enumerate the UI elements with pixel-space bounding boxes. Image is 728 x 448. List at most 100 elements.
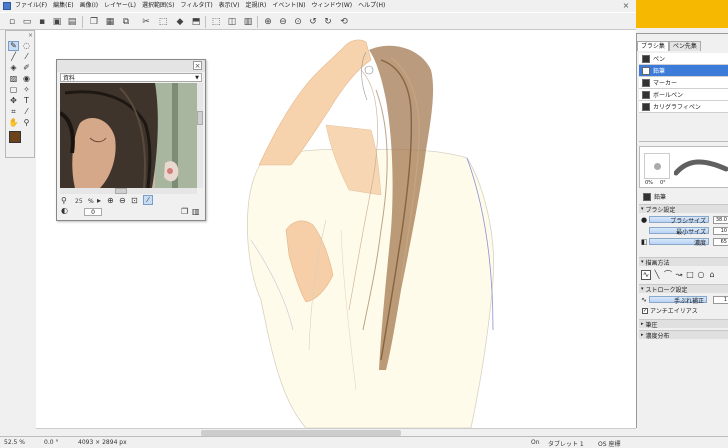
spin-icon[interactable]: ▸ [97,196,101,205]
line-icon[interactable]: ╲ [652,270,662,280]
brush-size-slider[interactable]: ブラシサイズ [649,216,709,225]
circle-icon[interactable]: ○ [696,270,706,280]
close-icon[interactable]: × [193,61,202,70]
reset-rotation-icon[interactable]: ⟲ [338,16,350,28]
main-color-swatch[interactable] [9,131,21,143]
crop-tool-icon[interactable]: ⌗ [8,107,19,117]
copy-icon[interactable]: ❐ [88,16,100,28]
freehand-icon[interactable]: ∿ [641,270,651,280]
zoom-value[interactable]: 25 [75,198,83,205]
move-tool-icon[interactable]: ✥ [8,96,19,106]
zoom-out-icon[interactable]: ⊖ [119,196,126,205]
hand-correction-slider[interactable]: 手ぶれ補正 [649,296,707,305]
close-icon[interactable]: × [28,32,33,39]
menu-event[interactable]: イベント(N) [270,0,309,12]
horizontal-scrollbar[interactable] [60,188,197,194]
eyedropper-icon[interactable]: ⁄ [143,195,153,205]
tab-brush-collection[interactable]: ブラシ集 [637,41,669,51]
paste-icon[interactable]: ▦ [104,16,116,28]
reference-tab[interactable]: 資料 ▼ [60,73,202,82]
rotate-right-icon[interactable]: ↻ [322,16,334,28]
brush-item-marker[interactable]: マーカー [639,77,728,89]
print-icon[interactable]: ▤ [66,16,78,28]
brush-item-pencil[interactable]: 鉛筆 [639,65,728,77]
menu-ruler[interactable]: 定規(R) [243,0,270,12]
zoom-in-icon[interactable]: ⊕ [107,196,114,205]
density-slider[interactable]: 濃度 [649,238,709,247]
gradient-tool-icon[interactable]: ▨ [8,74,19,84]
pen-tool-icon[interactable]: ✎ [8,41,19,51]
fill-icon[interactable]: ◆ [174,16,186,28]
deselect-icon[interactable]: ◫ [226,16,238,28]
menu-selection[interactable]: 選択範囲(S) [140,0,179,12]
section-brush-settings[interactable]: ▾ ブラシ設定 [639,204,728,214]
zoom-out-icon[interactable]: ⊖ [277,16,289,28]
polyline-icon[interactable]: ⌒ [663,270,673,280]
scrollbar-thumb[interactable] [197,111,203,125]
duplicate-icon[interactable]: ⧉ [120,16,132,28]
lasso-tool-icon[interactable]: ◌ [21,41,32,51]
section-pressure[interactable]: ▸ 筆圧 [639,319,728,329]
menu-image[interactable]: 画像(I) [78,0,102,12]
section-density-distribution[interactable]: ▸ 濃度分布 [639,330,728,340]
brush-tool-icon[interactable]: ✐ [21,63,32,73]
brush-item-pen[interactable]: ペン [639,53,728,65]
clear-icon[interactable]: ⬚ [157,16,169,28]
trash-icon[interactable]: ▥ [192,207,200,216]
magic-wand-icon[interactable]: ✧ [21,85,32,95]
fit-view-icon[interactable]: ⊙ [292,16,304,28]
menu-help[interactable]: ヘルプ(H) [356,0,389,12]
dropper-tool-icon[interactable]: ⁄ [21,107,32,117]
select-icon[interactable]: ⬚ [210,16,222,28]
curve-icon[interactable]: ↝ [674,270,684,280]
zoom-icon[interactable]: ⚲ [61,196,67,205]
text-tool-icon[interactable]: T [21,96,32,106]
rectangle-select-icon[interactable]: ▢ [8,85,19,95]
copy-icon[interactable]: ❐ [181,207,188,216]
fill-bucket-icon[interactable]: ◈ [8,63,19,73]
invert-selection-icon[interactable]: ▥ [242,16,254,28]
section-stroke-settings[interactable]: ▾ ストローク設定 [639,284,728,294]
rotate-icon[interactable]: ◐ [61,206,68,215]
menu-edit[interactable]: 編集(E) [51,0,77,12]
zoom-tool-icon[interactable]: ⚲ [21,118,32,128]
brush-size-input[interactable]: 38.0 [713,215,728,224]
fit-icon[interactable]: ⊡ [131,196,138,205]
canvas-horizontal-scrollbar[interactable] [36,428,636,436]
scrollbar-thumb[interactable] [115,188,127,194]
menu-file[interactable]: ファイル(F) [13,0,51,12]
vertical-scrollbar[interactable] [197,83,203,188]
min-size-input[interactable]: 10 [713,226,728,235]
chevron-down-icon[interactable]: ▼ [195,75,199,81]
min-size-slider[interactable]: 最小サイズ [649,227,709,236]
cut-icon[interactable]: ✂ [140,16,152,28]
section-drawing-method[interactable]: ▾ 描画方法 [639,257,728,267]
pencil-tool-icon[interactable]: ╱ [8,52,19,62]
menu-layer[interactable]: レイヤー(L) [102,0,140,12]
blur-tool-icon[interactable]: ◉ [21,74,32,84]
antialias-checkbox[interactable]: ✓ [642,307,648,314]
close-icon[interactable]: × [622,2,630,10]
rotate-left-icon[interactable]: ↺ [307,16,319,28]
rotation-input[interactable]: 0 [84,208,102,216]
eyedropper-tool-icon[interactable]: ⁄ [21,52,32,62]
hand-correction-input[interactable]: 1 [713,295,728,304]
save-icon[interactable]: ▪ [36,16,48,28]
save-as-icon[interactable]: ▣ [51,16,63,28]
square-icon[interactable]: □ [685,270,695,280]
stamp-icon[interactable]: ⬒ [190,16,202,28]
open-icon[interactable]: ▭ [21,16,33,28]
hand-tool-icon[interactable]: ✋ [8,118,19,128]
shape-icon[interactable]: ⌂ [707,270,717,280]
brush-item-calligraphy[interactable]: カリグラフィペン [639,101,728,113]
new-file-icon[interactable]: ▫ [6,16,18,28]
menu-window[interactable]: ウィンドウ(W) [310,0,357,12]
reference-photo[interactable] [60,83,197,188]
menu-view[interactable]: 表示(V) [217,0,244,12]
brush-item-ballpoint[interactable]: ボールペン [639,89,728,101]
density-input[interactable]: 65 [713,237,728,246]
tab-pen-tip-collection[interactable]: ペン先集 [668,41,701,51]
antialias-row[interactable]: ✓ アンチエイリアス [639,306,728,315]
menu-filter[interactable]: フィルタ(T) [178,0,216,12]
panel-titlebar[interactable]: × [57,60,205,72]
